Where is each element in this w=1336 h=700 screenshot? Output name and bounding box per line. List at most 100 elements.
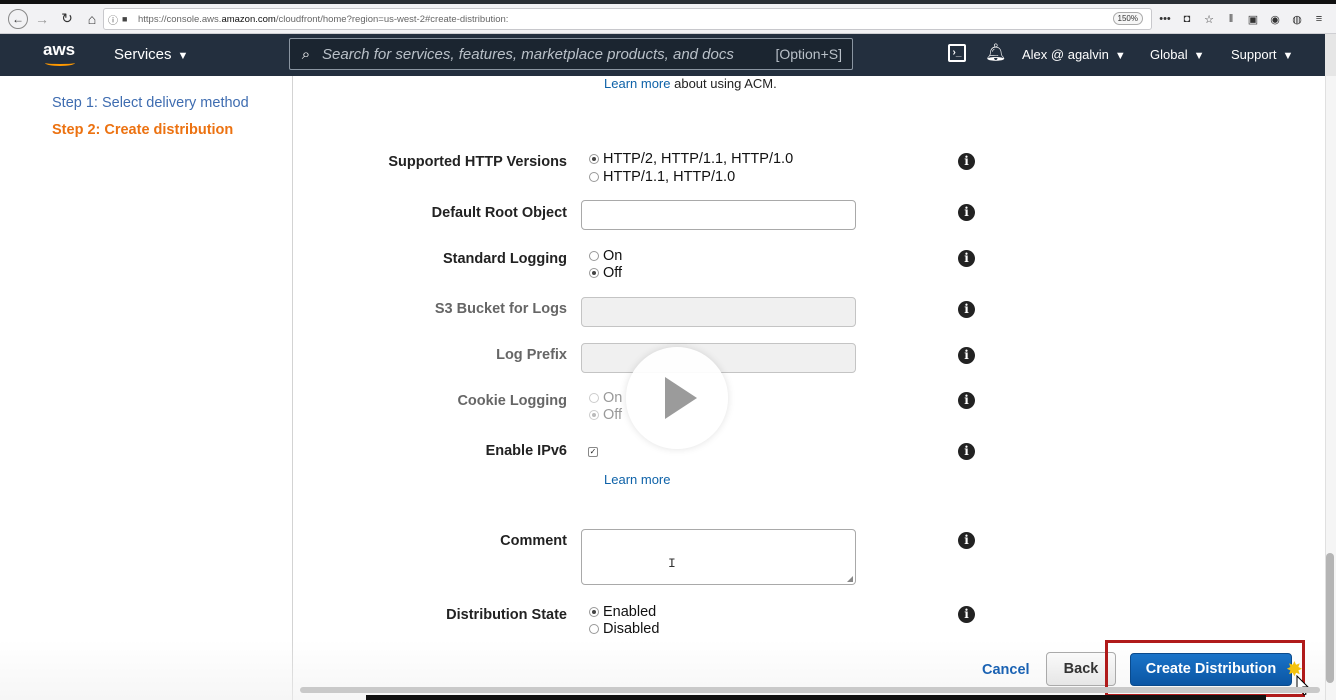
- radio-selected[interactable]: [589, 268, 599, 278]
- distribution-state-label: Distribution State: [446, 607, 567, 623]
- info-icon[interactable]: i: [958, 532, 975, 549]
- s3-bucket-input: [581, 297, 856, 327]
- standard-logging-on[interactable]: On: [589, 248, 622, 264]
- caret-down-icon: ▼: [1193, 50, 1205, 62]
- browser-toolbar: ← → ↻ ⌂ ⓘ ■ https://console.aws.amazon.c…: [0, 4, 1336, 34]
- distribution-state-enabled[interactable]: Enabled: [589, 604, 656, 620]
- notifications-bell-icon[interactable]: 🔔︎: [985, 43, 1007, 63]
- support-menu[interactable]: Support ▼: [1231, 47, 1293, 62]
- info-icon[interactable]: i: [958, 250, 975, 267]
- aws-logo-smile: [45, 60, 75, 66]
- http-version-option-2-label: HTTP/1.1, HTTP/1.0: [603, 169, 736, 185]
- browser-forward-icon[interactable]: →: [31, 8, 53, 30]
- log-prefix-label: Log Prefix: [496, 347, 567, 363]
- http-version-option-2[interactable]: HTTP/1.1, HTTP/1.0: [589, 169, 735, 185]
- account-icon[interactable]: ◉: [1268, 13, 1282, 26]
- caret-down-icon: ▼: [177, 50, 189, 62]
- radio[interactable]: [589, 624, 599, 634]
- http-versions-label: Supported HTTP Versions: [388, 154, 567, 170]
- horizontal-scrollbar[interactable]: [300, 687, 1320, 693]
- http-version-option-1-label: HTTP/2, HTTP/1.1, HTTP/1.0: [603, 151, 794, 167]
- info-icon[interactable]: i: [958, 301, 975, 318]
- comment-label: Comment: [500, 533, 567, 549]
- search-placeholder: Search for services, features, marketpla…: [322, 45, 734, 63]
- video-bottom-bar: [366, 695, 1266, 700]
- site-info-icon[interactable]: ⓘ: [104, 12, 122, 27]
- default-root-object-label: Default Root Object: [431, 205, 567, 221]
- http-version-option-1[interactable]: HTTP/2, HTTP/1.1, HTTP/1.0: [589, 151, 793, 167]
- radio[interactable]: [589, 251, 599, 261]
- library-icon[interactable]: ‖: [1224, 13, 1238, 25]
- hamburger-menu-icon[interactable]: ≡: [1312, 13, 1326, 25]
- browser-reload-icon[interactable]: ↻: [56, 8, 78, 30]
- info-icon[interactable]: i: [958, 153, 975, 170]
- search-input[interactable]: ⌕ Search for services, features, marketp…: [289, 38, 853, 70]
- create-distribution-button[interactable]: Create Distribution: [1130, 653, 1292, 686]
- caret-down-icon: ▼: [1114, 50, 1126, 62]
- address-bar[interactable]: ⓘ ■ https://console.aws.amazon.com/cloud…: [103, 8, 1152, 30]
- distribution-state-disabled[interactable]: Disabled: [589, 621, 659, 637]
- bookmark-star-icon[interactable]: ☆: [1202, 13, 1216, 26]
- radio[interactable]: [589, 172, 599, 182]
- cloudshell-icon[interactable]: ›_: [948, 44, 966, 62]
- radio-selected: [589, 410, 599, 420]
- cookie-logging-on-label: On: [603, 390, 623, 406]
- step-1-link[interactable]: Step 1: Select delivery method: [52, 95, 249, 111]
- search-shortcut: [Option+S]: [775, 46, 842, 62]
- services-label: Services: [114, 46, 172, 63]
- caret-down-icon: ▼: [1282, 50, 1294, 62]
- ipv6-label: Enable IPv6: [485, 443, 567, 459]
- acm-learn-more-link[interactable]: Learn more: [604, 76, 670, 91]
- wizard-sidebar: Step 1: Select delivery method Step 2: C…: [0, 76, 293, 700]
- ipv6-checkbox[interactable]: ✓: [588, 447, 598, 457]
- screen: ← → ↻ ⌂ ⓘ ■ https://console.aws.amazon.c…: [0, 0, 1336, 700]
- vertical-scroll-thumb[interactable]: [1326, 553, 1334, 683]
- mouse-pointer-icon: [1296, 675, 1310, 696]
- info-icon[interactable]: i: [958, 347, 975, 364]
- sidebar-toggle-icon[interactable]: ▣: [1246, 13, 1260, 26]
- standard-logging-off[interactable]: Off: [589, 265, 622, 281]
- distribution-state-enabled-label: Enabled: [603, 604, 657, 620]
- url-text: https://console.aws.amazon.com/cloudfron…: [138, 13, 509, 25]
- ipv6-learn-more-link[interactable]: Learn more: [604, 472, 670, 487]
- resize-handle-icon[interactable]: [847, 576, 853, 582]
- default-root-object-input[interactable]: [581, 200, 856, 230]
- cookie-logging-off: Off: [589, 407, 622, 423]
- standard-logging-label: Standard Logging: [442, 251, 567, 267]
- cancel-link[interactable]: Cancel: [982, 662, 1030, 678]
- lock-icon: ■: [122, 14, 128, 24]
- distribution-state-disabled-label: Disabled: [603, 621, 660, 637]
- distribution-settings-form: Learn more about using ACM. Supported HT…: [294, 76, 1325, 700]
- radio-selected[interactable]: [589, 154, 599, 164]
- extension-icon[interactable]: ◍: [1290, 13, 1304, 26]
- radio-selected[interactable]: [589, 607, 599, 617]
- search-icon: ⌕: [301, 45, 311, 63]
- cookie-logging-on: On: [589, 390, 622, 406]
- info-icon[interactable]: i: [958, 606, 975, 623]
- browser-back-icon[interactable]: ←: [8, 8, 28, 29]
- page-actions-icon[interactable]: •••: [1158, 13, 1172, 25]
- pocket-icon[interactable]: ◘: [1180, 13, 1194, 25]
- acm-note: Learn more about using ACM.: [604, 76, 777, 91]
- info-icon[interactable]: i: [958, 392, 975, 409]
- cookie-logging-off-label: Off: [603, 407, 623, 423]
- cookie-logging-label: Cookie Logging: [457, 393, 567, 409]
- services-menu[interactable]: Services ▼: [114, 46, 188, 63]
- s3-bucket-label: S3 Bucket for Logs: [434, 301, 567, 317]
- video-play-icon[interactable]: [626, 347, 728, 449]
- comment-textarea[interactable]: I: [581, 529, 856, 585]
- standard-logging-on-label: On: [603, 248, 623, 264]
- info-icon[interactable]: i: [958, 443, 975, 460]
- text-cursor-icon: I: [668, 556, 676, 571]
- acm-note-text: about using ACM.: [674, 76, 777, 91]
- standard-logging-off-label: Off: [603, 265, 623, 281]
- browser-home-icon[interactable]: ⌂: [81, 8, 103, 30]
- account-menu[interactable]: Alex @ agalvin ▼: [1022, 47, 1126, 62]
- zoom-badge[interactable]: 150%: [1112, 12, 1143, 25]
- nav-scroll-gutter: [1325, 34, 1336, 76]
- info-icon[interactable]: i: [958, 204, 975, 221]
- browser-toolbar-icons: ••• ◘ ☆ ‖ ▣ ◉ ◍ ≡: [1158, 4, 1326, 34]
- step-2-current: Step 2: Create distribution: [52, 122, 234, 138]
- region-menu[interactable]: Global ▼: [1150, 47, 1204, 62]
- aws-logo[interactable]: aws: [43, 40, 79, 68]
